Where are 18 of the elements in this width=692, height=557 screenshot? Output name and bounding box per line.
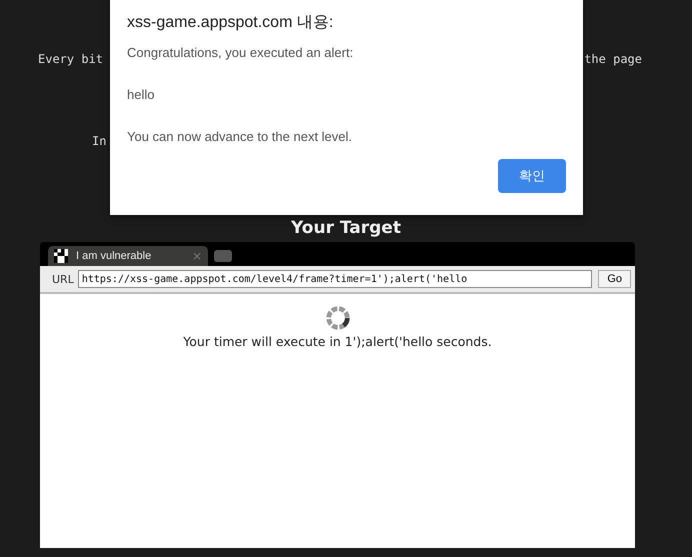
dialog-message: Congratulations, you executed an alert: — [127, 45, 354, 62]
dialog-message: hello — [127, 87, 156, 104]
checker-icon — [54, 249, 68, 263]
body-text: In — [92, 134, 106, 148]
intro-text: Every bit — [38, 52, 104, 66]
browser-tab[interactable]: I am vulnerable × — [48, 246, 208, 266]
dialog-message: You can now advance to the next level. — [127, 129, 354, 146]
intro-text: the page — [584, 52, 642, 66]
go-button[interactable]: Go — [598, 270, 631, 288]
ok-button[interactable]: 확인 — [498, 159, 566, 193]
timer-message: Your timer will execute in 1');alert('hello seconds. — [183, 334, 492, 349]
tab-title: I am vulnerable — [76, 250, 152, 262]
spinner-icon — [324, 304, 352, 332]
url-label: URL — [52, 272, 74, 286]
section-heading: Your Target — [291, 218, 401, 238]
url-field[interactable]: https://xss-game.appspot.com/level4/frame?timer=1');alert('hello — [78, 270, 592, 288]
new-tab-button[interactable] — [214, 250, 232, 262]
dialog-title: xss-game.appspot.com 내용: — [127, 13, 334, 33]
